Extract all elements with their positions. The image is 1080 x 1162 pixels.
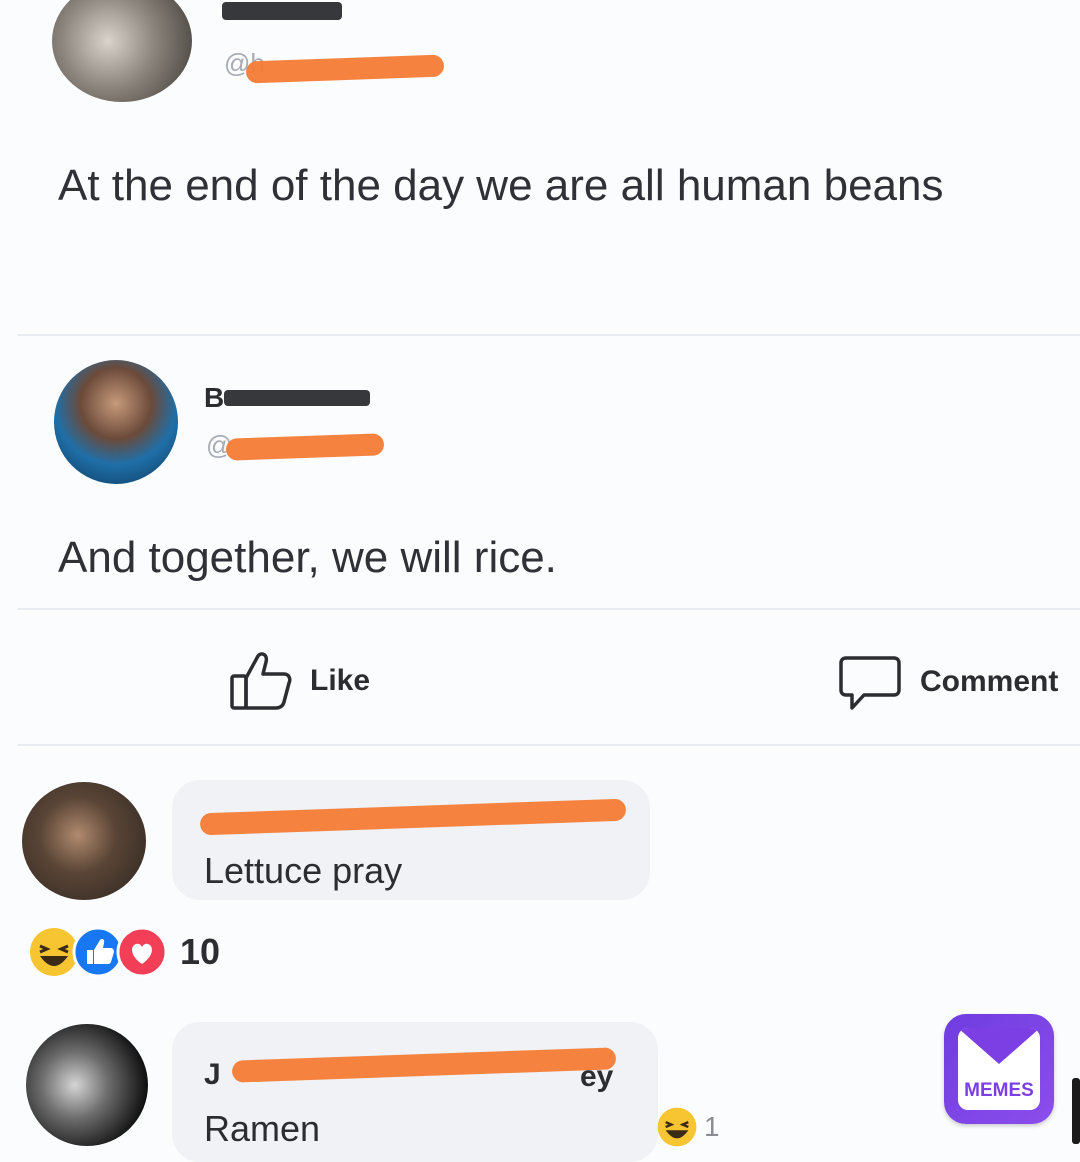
post2-avatar[interactable]	[54, 360, 178, 484]
actions-bottom-divider	[18, 744, 1080, 746]
post1-handle-redaction	[245, 54, 445, 84]
post2-name[interactable]: B	[204, 382, 224, 414]
comment-button[interactable]: Comment	[838, 652, 1058, 712]
comment-icon	[839, 656, 901, 710]
memes-watermark-label: MEMES	[964, 1080, 1034, 1101]
comment1-text: Lettuce pray	[204, 850, 403, 891]
envelope-icon	[958, 1028, 1040, 1064]
post-divider	[18, 334, 1080, 336]
post2-name-redaction	[224, 390, 370, 406]
like-label: Like	[310, 664, 371, 697]
edge-artifact	[1072, 1078, 1080, 1144]
post1-name-redaction	[222, 2, 342, 20]
comment2-name-start[interactable]: J	[204, 1058, 221, 1092]
comment2-reactions[interactable]: 1	[656, 1106, 720, 1148]
post2-text: And together, we will rice.	[58, 533, 557, 582]
comment1-reactions[interactable]: 10	[28, 926, 220, 978]
like-button[interactable]: Like	[228, 650, 370, 712]
post1-text: At the end of the day we are all human b…	[58, 161, 944, 210]
post1-avatar[interactable]	[52, 0, 192, 102]
thumbs-up-icon	[230, 652, 292, 710]
post2-handle-redaction	[225, 433, 385, 461]
comment1-reaction-count: 10	[180, 931, 221, 972]
actions-top-divider	[18, 608, 1080, 610]
comment2-avatar[interactable]	[26, 1024, 148, 1146]
memes-watermark-logo: MEMES	[944, 1014, 1054, 1124]
haha-reaction-icon	[657, 1107, 697, 1147]
comment2-name-end[interactable]: ey	[580, 1060, 613, 1094]
comment2-text: Ramen	[204, 1108, 321, 1149]
love-reaction-icon	[116, 926, 168, 978]
comment1-avatar[interactable]	[22, 782, 146, 900]
comment-label: Comment	[920, 665, 1059, 698]
comment2-reaction-count: 1	[704, 1111, 720, 1142]
